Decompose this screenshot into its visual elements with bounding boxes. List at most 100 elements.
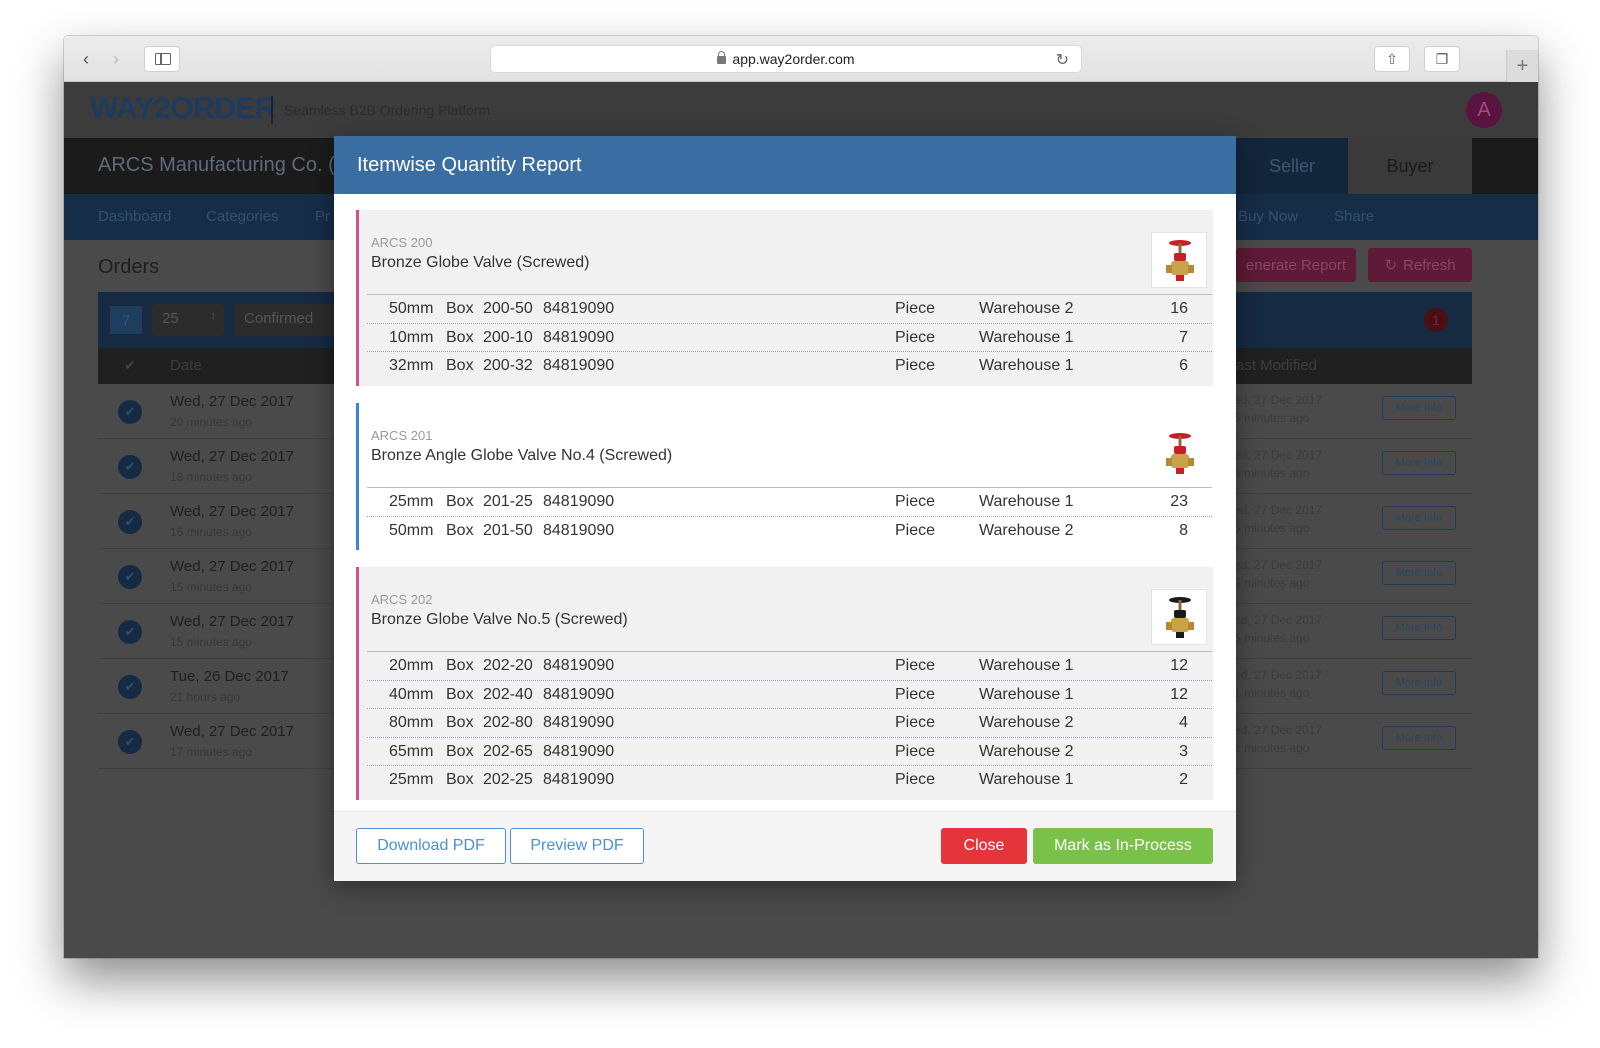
line-sku: 202-20 — [483, 657, 533, 674]
line-pack: Box — [446, 714, 474, 731]
item-name: Bronze Globe Valve (Screwed) — [371, 254, 590, 271]
browser-window: ‹ › app.way2order.com ↻ ⇧ ❐ + WAY2ORDER … — [64, 36, 1538, 958]
menu-share[interactable]: Share — [1334, 208, 1374, 225]
preview-pdf-button[interactable]: Preview PDF — [510, 828, 644, 864]
avatar[interactable]: A — [1466, 92, 1502, 128]
item-name: Bronze Angle Globe Valve No.4 (Screwed) — [371, 447, 673, 464]
logo: WAY2ORDER — [90, 92, 277, 125]
order-date: Wed, 27 Dec 2017 — [170, 393, 294, 410]
line-size: 25mm — [389, 493, 434, 510]
generate-report-button[interactable]: enerate Report — [1236, 248, 1356, 282]
line-quantity: 6 — [1179, 357, 1188, 374]
tab-buyer[interactable]: Buyer — [1348, 138, 1472, 194]
line-sku: 202-25 — [483, 771, 533, 788]
line-unit: Piece — [895, 742, 936, 760]
line-quantity: 12 — [1170, 685, 1188, 703]
back-chevron-icon[interactable]: ‹ — [72, 47, 100, 71]
plus-icon[interactable]: + — [1506, 50, 1538, 82]
address-bar[interactable]: app.way2order.com ↻ — [490, 45, 1082, 73]
close-button[interactable]: Close — [941, 828, 1027, 864]
line-quantity: 4 — [1179, 714, 1188, 731]
check-icon[interactable]: ✔ — [118, 675, 142, 699]
download-pdf-button[interactable]: Download PDF — [356, 828, 506, 864]
column-last-modified[interactable]: ast Modified — [1236, 357, 1317, 374]
line-hs-code: 84819090 — [543, 328, 615, 346]
line-quantity: 16 — [1170, 300, 1188, 317]
sidebar-icon — [155, 53, 171, 65]
list-item: 10mm Box 200-10 84819090 Piece Warehouse 1 7 — [367, 322, 1212, 351]
more-info-button[interactable]: More Info — [1382, 396, 1456, 420]
report-item: ARCS 202 Bronze Globe Valve No.5 (Screwed… — [356, 567, 1213, 800]
notification-badge: 1 — [1424, 308, 1448, 332]
page-size-value: 25 — [162, 310, 179, 327]
tagline: Seamless B2B Ordering Platform — [284, 102, 491, 118]
line-pack: Box — [446, 357, 474, 374]
line-pack: Box — [446, 521, 474, 539]
url-text: app.way2order.com — [732, 51, 855, 67]
list-item: 80mm Box 202-80 84819090 Piece Warehouse 2 4 — [367, 708, 1212, 736]
modal-header: Itemwise Quantity Report — [334, 136, 1236, 194]
line-sku: 200-50 — [483, 300, 533, 317]
menu-buy-now[interactable]: Buy Now — [1238, 208, 1298, 225]
column-date[interactable]: Date — [170, 357, 202, 374]
line-hs-code: 84819090 — [543, 685, 615, 703]
more-info-button[interactable]: More Info — [1382, 616, 1456, 640]
line-size: 65mm — [389, 742, 434, 760]
check-icon[interactable]: ✔ — [118, 455, 142, 479]
line-warehouse: Warehouse 2 — [979, 742, 1074, 760]
more-info-button[interactable]: More Info — [1382, 561, 1456, 585]
line-pack: Box — [446, 771, 474, 788]
tab-seller[interactable]: Seller — [1236, 138, 1348, 194]
more-info-button[interactable]: More Info — [1382, 506, 1456, 530]
last-modified-date: ed, 27 Dec 2017 — [1234, 668, 1323, 682]
order-date: Wed, 27 Dec 2017 — [170, 558, 294, 575]
reload-icon[interactable]: ↻ — [1056, 50, 1069, 70]
list-item: 32mm Box 200-32 84819090 Piece Warehouse 1 6 — [367, 351, 1212, 379]
generate-report-label: enerate Report — [1245, 256, 1346, 274]
line-quantity: 12 — [1170, 657, 1188, 674]
itemwise-quantity-report-modal: Itemwise Quantity Report ARCS 200 Bronze … — [334, 136, 1236, 881]
tabs-icon[interactable]: ❐ — [1424, 46, 1460, 72]
line-sku: 202-65 — [483, 742, 533, 760]
logo-divider — [271, 96, 273, 124]
line-warehouse: Warehouse 2 — [979, 714, 1074, 731]
last-modified-age: 5 minutes ago — [1234, 411, 1310, 425]
page-size-select[interactable]: 25 ↕ — [152, 304, 224, 336]
menu-categories[interactable]: Categories — [206, 208, 279, 225]
last-modified-date: ed, 27 Dec 2017 — [1234, 448, 1323, 462]
check-icon[interactable]: ✔ — [118, 620, 142, 644]
line-warehouse: Warehouse 1 — [979, 328, 1074, 346]
select-arrows-icon: ↕ — [210, 310, 217, 322]
line-unit: Piece — [895, 493, 936, 510]
line-warehouse: Warehouse 2 — [979, 300, 1074, 317]
last-modified-age: 5 minutes ago — [1234, 466, 1310, 480]
refresh-button[interactable]: ↻ Refresh — [1368, 248, 1472, 282]
modal-body[interactable]: ARCS 200 Bronze Globe Valve (Screwed) 50mm… — [334, 194, 1236, 811]
forward-chevron-icon[interactable]: › — [102, 47, 130, 71]
item-code: ARCS 200 — [371, 235, 433, 250]
report-item: ARCS 200 Bronze Globe Valve (Screwed) 50mm… — [356, 210, 1213, 386]
more-info-button[interactable]: More Info — [1382, 726, 1456, 750]
menu-products[interactable]: Pr — [315, 208, 330, 225]
order-date: Wed, 27 Dec 2017 — [170, 613, 294, 630]
line-unit: Piece — [895, 685, 936, 703]
last-modified-age: 1 minutes ago — [1234, 686, 1310, 700]
menu-dashboard[interactable]: Dashboard — [98, 208, 171, 225]
mark-in-process-button[interactable]: Mark as In-Process — [1033, 828, 1213, 864]
check-icon[interactable]: ✔ — [118, 565, 142, 589]
check-icon[interactable]: ✔ — [118, 510, 142, 534]
line-unit: Piece — [895, 300, 936, 317]
line-sku: 201-50 — [483, 521, 533, 539]
browser-toolbar: ‹ › app.way2order.com ↻ ⇧ ❐ + — [64, 36, 1538, 82]
check-icon[interactable]: ✔ — [118, 730, 142, 754]
more-info-button[interactable]: More Info — [1382, 451, 1456, 475]
check-icon[interactable]: ✔ — [124, 357, 136, 374]
check-icon[interactable]: ✔ — [118, 400, 142, 424]
line-size: 50mm — [389, 300, 434, 317]
more-info-button[interactable]: More Info — [1382, 671, 1456, 695]
share-icon[interactable]: ⇧ — [1374, 46, 1410, 72]
line-size: 80mm — [389, 714, 434, 731]
line-pack: Box — [446, 657, 474, 674]
sidebar-toggle-button[interactable] — [144, 46, 180, 72]
last-modified-age: 5 minutes ago — [1234, 521, 1310, 535]
